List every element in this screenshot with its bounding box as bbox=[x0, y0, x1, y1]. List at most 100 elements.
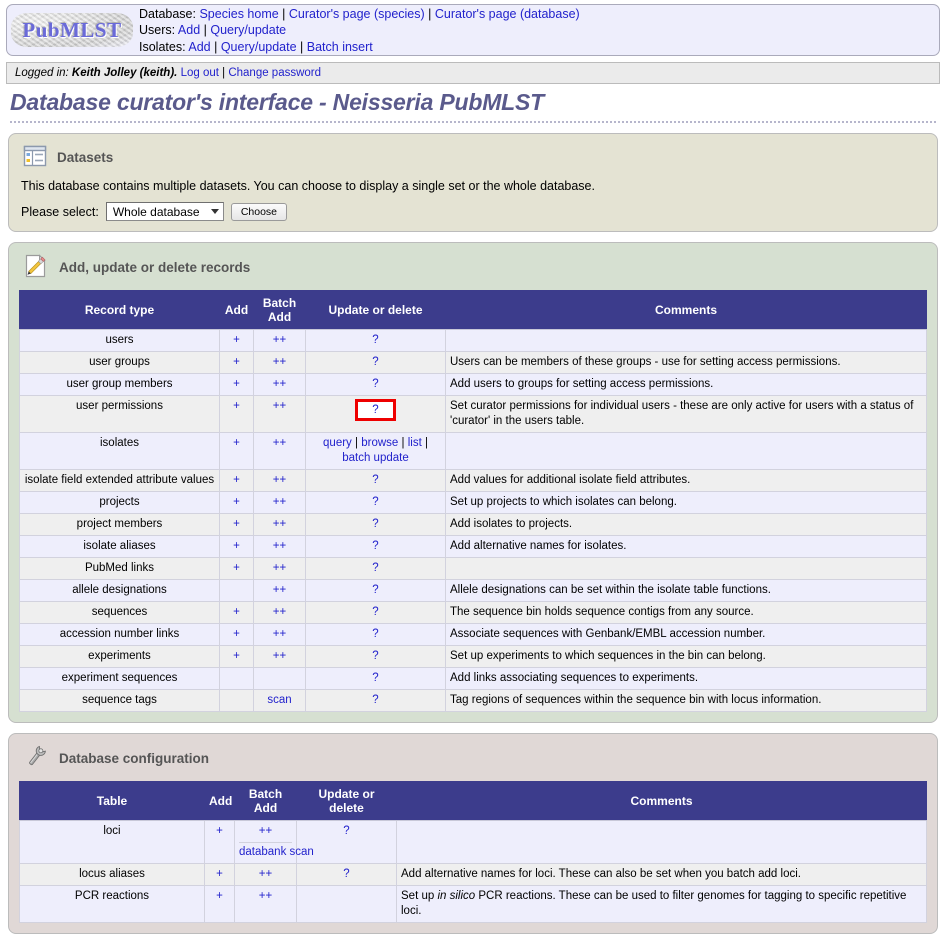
pubmlst-logo[interactable]: PubMLST bbox=[11, 13, 133, 47]
logout-link[interactable]: Log out bbox=[181, 67, 219, 79]
records-batch-link-2[interactable]: ++ bbox=[273, 378, 286, 390]
records-update-link-7[interactable]: ? bbox=[372, 518, 378, 530]
records-cell-name: isolate aliases bbox=[19, 535, 220, 558]
config-cell-add: + bbox=[204, 863, 235, 886]
records-add-link-7[interactable]: + bbox=[233, 518, 240, 530]
records-cell-name: project members bbox=[19, 513, 220, 536]
records-update-link-4-2[interactable]: list bbox=[408, 437, 422, 449]
records-add-link-5[interactable]: + bbox=[233, 474, 240, 486]
records-batch-link-10[interactable]: ++ bbox=[273, 584, 286, 596]
records-update-link-3[interactable]: ? bbox=[372, 404, 378, 416]
config-update-link-0[interactable]: ? bbox=[343, 825, 349, 837]
config-add-link-1[interactable]: + bbox=[216, 868, 223, 880]
records-cell-update: ? bbox=[305, 579, 446, 602]
records-update-link-6[interactable]: ? bbox=[372, 496, 378, 508]
records-add-link-6[interactable]: + bbox=[233, 496, 240, 508]
records-add-link-4[interactable]: + bbox=[233, 437, 240, 449]
config-cell-update: ? bbox=[296, 863, 397, 886]
records-update-link-4-0[interactable]: query bbox=[323, 437, 352, 449]
records-cell-update: ? bbox=[305, 535, 446, 558]
records-update-link-4-3[interactable]: batch update bbox=[342, 452, 409, 464]
records-update-link-15[interactable]: ? bbox=[372, 694, 378, 706]
config-update-link-1[interactable]: ? bbox=[343, 868, 349, 880]
link-isolates-query-update[interactable]: Query/update bbox=[221, 40, 297, 54]
link-curators-page-database[interactable]: Curator's page (database) bbox=[435, 7, 580, 21]
records-cell-add: + bbox=[219, 623, 254, 646]
records-cell-comment: The sequence bin holds sequence contigs … bbox=[445, 601, 927, 624]
records-cell-comment: Set up projects to which isolates can be… bbox=[445, 491, 927, 514]
records-update-link-14[interactable]: ? bbox=[372, 672, 378, 684]
config-add-link-0[interactable]: + bbox=[216, 825, 223, 837]
records-update-link-11[interactable]: ? bbox=[372, 606, 378, 618]
records-add-link-3[interactable]: + bbox=[233, 400, 240, 412]
records-batch-link-11[interactable]: ++ bbox=[273, 606, 286, 618]
records-update-link-9[interactable]: ? bbox=[372, 562, 378, 574]
records-cell-comment: Add users to groups for setting access p… bbox=[445, 373, 927, 396]
records-batch-link-7[interactable]: ++ bbox=[273, 518, 286, 530]
records-update-link-4-1[interactable]: browse bbox=[361, 437, 398, 449]
link-species-home[interactable]: Species home bbox=[199, 7, 278, 21]
link-isolates-batch-insert[interactable]: Batch insert bbox=[307, 40, 373, 54]
records-add-link-13[interactable]: + bbox=[233, 650, 240, 662]
link-curators-page-species[interactable]: Curator's page (species) bbox=[289, 7, 425, 21]
records-batch-link-6[interactable]: ++ bbox=[273, 496, 286, 508]
link-isolates-add[interactable]: Add bbox=[188, 40, 210, 54]
header-nav-row-users: Users: Add | Query/update bbox=[139, 23, 287, 38]
records-cell-comment: Add links associating sequences to exper… bbox=[445, 667, 927, 690]
records-batch-link-12[interactable]: ++ bbox=[273, 628, 286, 640]
records-batch-link-8[interactable]: ++ bbox=[273, 540, 286, 552]
records-update-link-0[interactable]: ? bbox=[372, 334, 378, 346]
records-add-link-11[interactable]: + bbox=[233, 606, 240, 618]
records-add-link-0[interactable]: + bbox=[233, 334, 240, 346]
records-batch-link-13[interactable]: ++ bbox=[273, 650, 286, 662]
records-batch-link-15[interactable]: scan bbox=[267, 694, 291, 706]
records-add-link-2[interactable]: + bbox=[233, 378, 240, 390]
config-add-link-2[interactable]: + bbox=[216, 890, 223, 902]
config-cell-name: PCR reactions bbox=[19, 885, 205, 923]
config-databank-scan-link[interactable]: databank scan bbox=[239, 846, 314, 858]
records-cell-add: + bbox=[219, 432, 254, 470]
config-batch-link-0[interactable]: ++ bbox=[259, 825, 272, 837]
records-batch-link-3[interactable]: ++ bbox=[273, 400, 286, 412]
pubmlst-logo-text: PubMLST bbox=[22, 17, 122, 42]
records-panel-header: Add, update or delete records bbox=[23, 253, 927, 282]
records-add-link-8[interactable]: + bbox=[233, 540, 240, 552]
records-batch-link-0[interactable]: ++ bbox=[273, 334, 286, 346]
records-col-update-or-delete: Update or delete bbox=[305, 290, 446, 330]
records-add-link-1[interactable]: + bbox=[233, 356, 240, 368]
records-batch-link-4[interactable]: ++ bbox=[273, 437, 286, 449]
change-password-link[interactable]: Change password bbox=[228, 67, 321, 79]
records-cell-update: ? bbox=[305, 623, 446, 646]
records-update-link-1[interactable]: ? bbox=[372, 356, 378, 368]
config-batch-link-2[interactable]: ++ bbox=[259, 890, 272, 902]
session-bar: Logged in: Keith Jolley (keith). Log out… bbox=[6, 62, 940, 84]
records-cell-name: accession number links bbox=[19, 623, 220, 646]
records-cell-batch-add: ++ bbox=[253, 645, 306, 668]
link-users-query-update[interactable]: Query/update bbox=[210, 23, 286, 37]
dataset-select[interactable]: Whole database bbox=[105, 202, 224, 221]
records-update-link-13[interactable]: ? bbox=[372, 650, 378, 662]
records-update-link-2[interactable]: ? bbox=[372, 378, 378, 390]
config-cell-comment: Set up in silico PCR reactions. These ca… bbox=[396, 885, 927, 923]
records-batch-link-5[interactable]: ++ bbox=[273, 474, 286, 486]
records-add-link-9[interactable]: + bbox=[233, 562, 240, 574]
choose-button[interactable]: Choose bbox=[230, 202, 288, 221]
header-nav-row-isolates: Isolates: Add | Query/update | Batch ins… bbox=[139, 39, 373, 54]
config-col-table: Table bbox=[19, 781, 205, 821]
table-row: loci + ++ databank scan? bbox=[19, 820, 927, 864]
records-batch-link-9[interactable]: ++ bbox=[273, 562, 286, 574]
link-users-add[interactable]: Add bbox=[178, 23, 200, 37]
records-add-link-12[interactable]: + bbox=[233, 628, 240, 640]
records-cell-batch-add: ++ bbox=[253, 623, 306, 646]
config-batch-link-1[interactable]: ++ bbox=[259, 868, 272, 880]
records-update-link-10[interactable]: ? bbox=[372, 584, 378, 596]
records-update-link-8[interactable]: ? bbox=[372, 540, 378, 552]
records-update-link-12[interactable]: ? bbox=[372, 628, 378, 640]
records-cell-add: + bbox=[219, 601, 254, 624]
records-cell-batch-add bbox=[253, 667, 306, 690]
records-col-batch-line1: Batch bbox=[262, 296, 297, 310]
records-batch-link-1[interactable]: ++ bbox=[273, 356, 286, 368]
table-row: sequences + ++? The sequence bin holds sequ… bbox=[19, 601, 927, 624]
session-prefix: Logged in: bbox=[15, 67, 69, 79]
records-update-link-5[interactable]: ? bbox=[372, 474, 378, 486]
